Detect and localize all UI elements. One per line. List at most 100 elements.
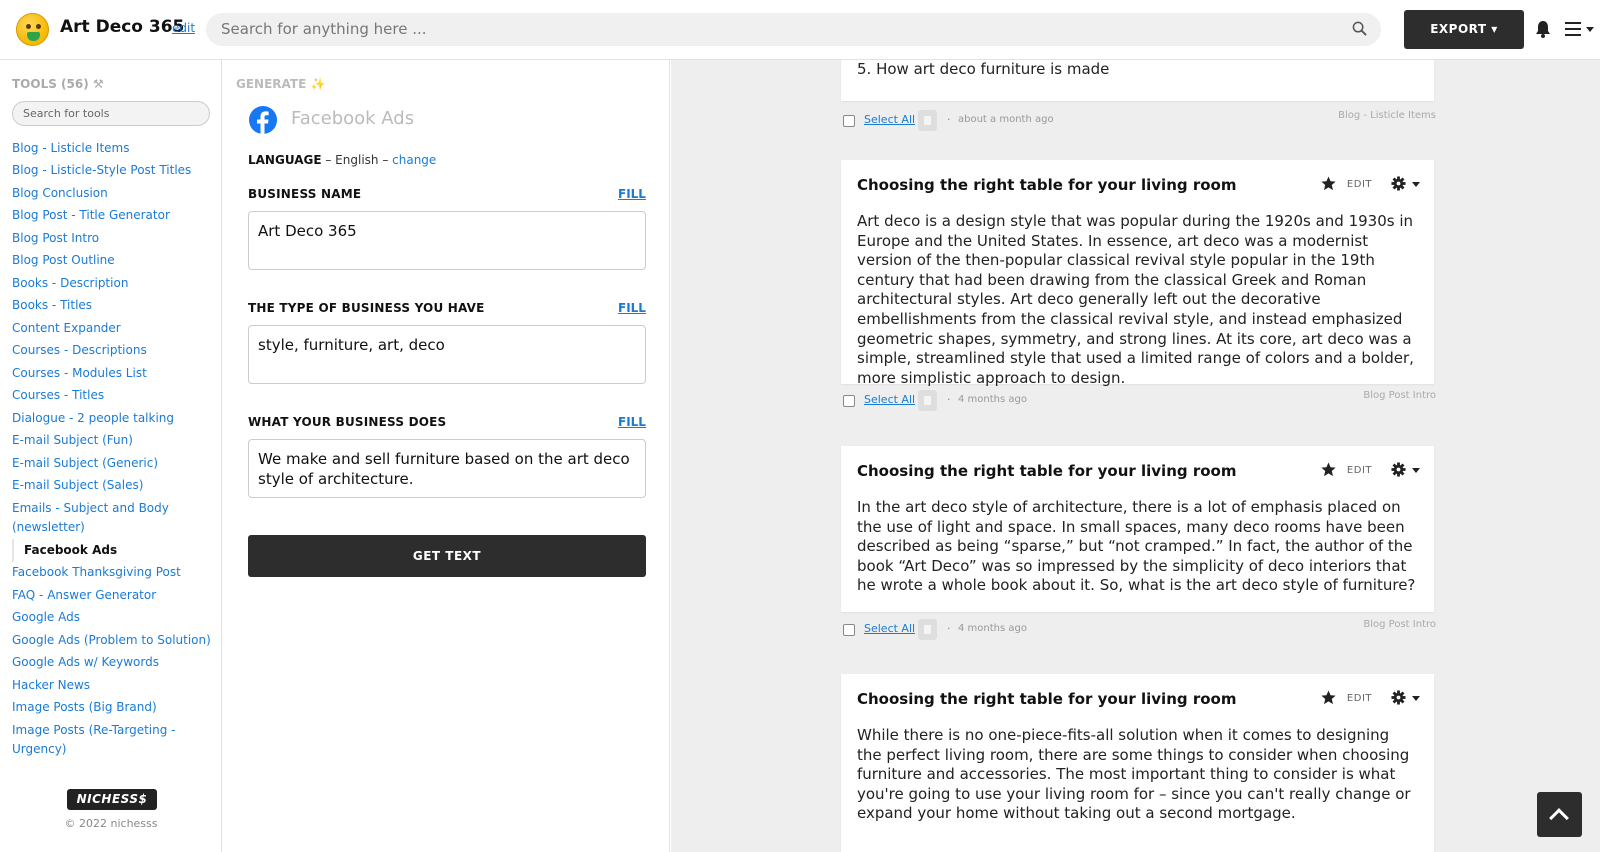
result-meta-row: Select All · about a month ago Blog - Li… (843, 110, 1436, 132)
tools-sidebar: TOOLS (56) ⚒ Search for tools Blog - Lis… (0, 60, 222, 852)
gear-icon[interactable] (1391, 690, 1406, 705)
tool-item-google-ads[interactable]: Google Ads (12, 607, 212, 630)
tool-item-content-expander[interactable]: Content Expander (12, 317, 212, 340)
tool-item-blog-title-generator[interactable]: Blog Post - Title Generator (12, 205, 212, 228)
tool-item-blog-listicle-titles[interactable]: Blog - Listicle-Style Post Titles (12, 160, 212, 183)
chevron-up-icon (1549, 808, 1569, 828)
tool-item-books-titles[interactable]: Books - Titles (12, 295, 212, 318)
result-card-title: Choosing the right table for your living… (857, 176, 1237, 194)
tools-heading: TOOLS (56) ⚒ (12, 77, 104, 91)
tool-item-blog-conclusion[interactable]: Blog Conclusion (12, 182, 212, 205)
language-value: – English – (321, 153, 393, 167)
export-button[interactable]: EXPORT ▾ (1404, 10, 1524, 49)
edit-project-link[interactable]: edit (172, 21, 195, 35)
tool-item-courses-titles[interactable]: Courses - Titles (12, 385, 212, 408)
result-card-body: In the art deco style of architecture, t… (857, 498, 1416, 595)
select-all-link[interactable]: Select All (864, 113, 915, 126)
tool-item-facebook-ads[interactable]: Facebook Ads (12, 539, 212, 562)
scroll-to-top-button[interactable] (1537, 792, 1582, 837)
nichesss-logo[interactable]: NICHESS$ (67, 789, 157, 810)
search-placeholder: Search for anything here ... (221, 20, 427, 38)
select-checkbox[interactable] (843, 624, 855, 636)
result-timestamp: 4 months ago (958, 623, 1027, 634)
top-header: Art Deco 365 edit Search for anything he… (0, 0, 1600, 60)
global-search-input[interactable]: Search for anything here ... (206, 13, 1381, 46)
generate-heading: GENERATE ✨ (236, 77, 326, 91)
get-text-button[interactable]: GET TEXT (248, 535, 646, 577)
result-tool-tag: Blog - Listicle Items (1338, 110, 1436, 121)
change-language-link[interactable]: change (392, 153, 436, 167)
star-icon[interactable] (1321, 176, 1336, 191)
result-card-body: Art deco is a design style that was popu… (857, 212, 1414, 387)
tool-item-email-subject-fun[interactable]: E-mail Subject (Fun) (12, 430, 212, 453)
business-name-field[interactable]: Art Deco 365 (248, 211, 646, 270)
language-row: LANGUAGE – English – change (248, 153, 436, 167)
result-card: Choosing the right table for your living… (841, 446, 1434, 612)
tool-item-image-posts-big-brand[interactable]: Image Posts (Big Brand) (12, 697, 212, 720)
chevron-down-icon[interactable] (1412, 182, 1420, 187)
business-does-label: WHAT YOUR BUSINESS DOES (248, 415, 447, 429)
tools-search-input[interactable]: Search for tools (12, 101, 210, 126)
tool-item-dialogue[interactable]: Dialogue - 2 people talking (12, 407, 212, 430)
generate-panel: GENERATE ✨ Facebook Ads LANGUAGE – Engli… (223, 60, 670, 852)
tool-item-email-subject-generic[interactable]: E-mail Subject (Generic) (12, 452, 212, 475)
trash-icon[interactable] (918, 619, 937, 640)
tool-item-hacker-news[interactable]: Hacker News (12, 674, 212, 697)
app-logo-icon[interactable] (16, 13, 49, 46)
gear-icon[interactable] (1391, 462, 1406, 477)
business-does-field[interactable]: We make and sell furniture based on the … (248, 439, 646, 498)
tools-search-placeholder: Search for tools (23, 107, 110, 120)
star-icon[interactable] (1321, 690, 1336, 705)
tool-item-books-description[interactable]: Books - Description (12, 272, 212, 295)
trash-icon[interactable] (918, 390, 937, 411)
result-meta-row: Select All · 4 months ago Blog Post Intr… (843, 619, 1436, 641)
result-card-body: While there is no one-piece-fits-all sol… (857, 726, 1411, 823)
tool-list: Blog - Listicle Items Blog - Listicle-St… (12, 137, 212, 761)
fill-business-does-link[interactable]: FILL (618, 415, 646, 429)
hamburger-menu-icon[interactable] (1565, 21, 1595, 37)
chevron-down-icon[interactable] (1412, 696, 1420, 701)
bell-icon[interactable] (1535, 20, 1551, 38)
tool-item-blog-post-outline[interactable]: Blog Post Outline (12, 250, 212, 273)
tool-item-emails-newsletter[interactable]: Emails - Subject and Body (newsletter) (12, 497, 212, 539)
export-label: EXPORT (1430, 22, 1487, 36)
result-card-body: 5. How art deco furniture is made (857, 60, 1110, 78)
business-type-field[interactable]: style, furniture, art, deco (248, 325, 646, 384)
results-panel: 5. How art deco furniture is made Select… (671, 60, 1600, 852)
chevron-down-icon[interactable] (1412, 468, 1420, 473)
edit-button[interactable]: EDIT (1347, 465, 1372, 476)
result-card: Choosing the right table for your living… (841, 160, 1434, 387)
app-title: Art Deco 365 (60, 17, 185, 37)
meta-separator: · (947, 393, 951, 406)
search-icon[interactable] (1352, 21, 1367, 36)
tool-item-faq-answer[interactable]: FAQ - Answer Generator (12, 584, 212, 607)
tool-item-courses-modules[interactable]: Courses - Modules List (12, 362, 212, 385)
tool-item-courses-descriptions[interactable]: Courses - Descriptions (12, 340, 212, 363)
tool-item-facebook-thanksgiving[interactable]: Facebook Thanksgiving Post (12, 562, 212, 585)
fill-business-type-link[interactable]: FILL (618, 301, 646, 315)
meta-separator: · (947, 622, 951, 635)
trash-icon[interactable] (918, 110, 937, 131)
star-icon[interactable] (1321, 462, 1336, 477)
language-label: LANGUAGE (248, 153, 322, 167)
tool-item-google-ads-problem[interactable]: Google Ads (Problem to Solution) (12, 629, 212, 652)
select-all-link[interactable]: Select All (864, 622, 915, 635)
gear-icon[interactable] (1391, 176, 1406, 191)
tool-item-blog-listicle-items[interactable]: Blog - Listicle Items (12, 137, 212, 160)
fill-business-name-link[interactable]: FILL (618, 187, 646, 201)
tool-item-google-ads-keywords[interactable]: Google Ads w/ Keywords (12, 652, 212, 675)
tool-item-blog-post-intro[interactable]: Blog Post Intro (12, 227, 212, 250)
selected-tool-name: Facebook Ads (291, 108, 415, 129)
edit-button[interactable]: EDIT (1347, 693, 1372, 704)
select-all-link[interactable]: Select All (864, 393, 915, 406)
tool-item-email-subject-sales[interactable]: E-mail Subject (Sales) (12, 475, 212, 498)
meta-separator: · (947, 113, 951, 126)
result-tool-tag: Blog Post Intro (1363, 619, 1436, 630)
select-checkbox[interactable] (843, 395, 855, 407)
tool-item-image-posts-retargeting[interactable]: Image Posts (Re-Targeting - Urgency) (12, 719, 212, 761)
select-checkbox[interactable] (843, 115, 855, 127)
result-card: Choosing the right table for your living… (841, 674, 1434, 852)
result-timestamp: 4 months ago (958, 394, 1027, 405)
edit-button[interactable]: EDIT (1347, 179, 1372, 190)
result-card-partial: 5. How art deco furniture is made (841, 60, 1434, 101)
